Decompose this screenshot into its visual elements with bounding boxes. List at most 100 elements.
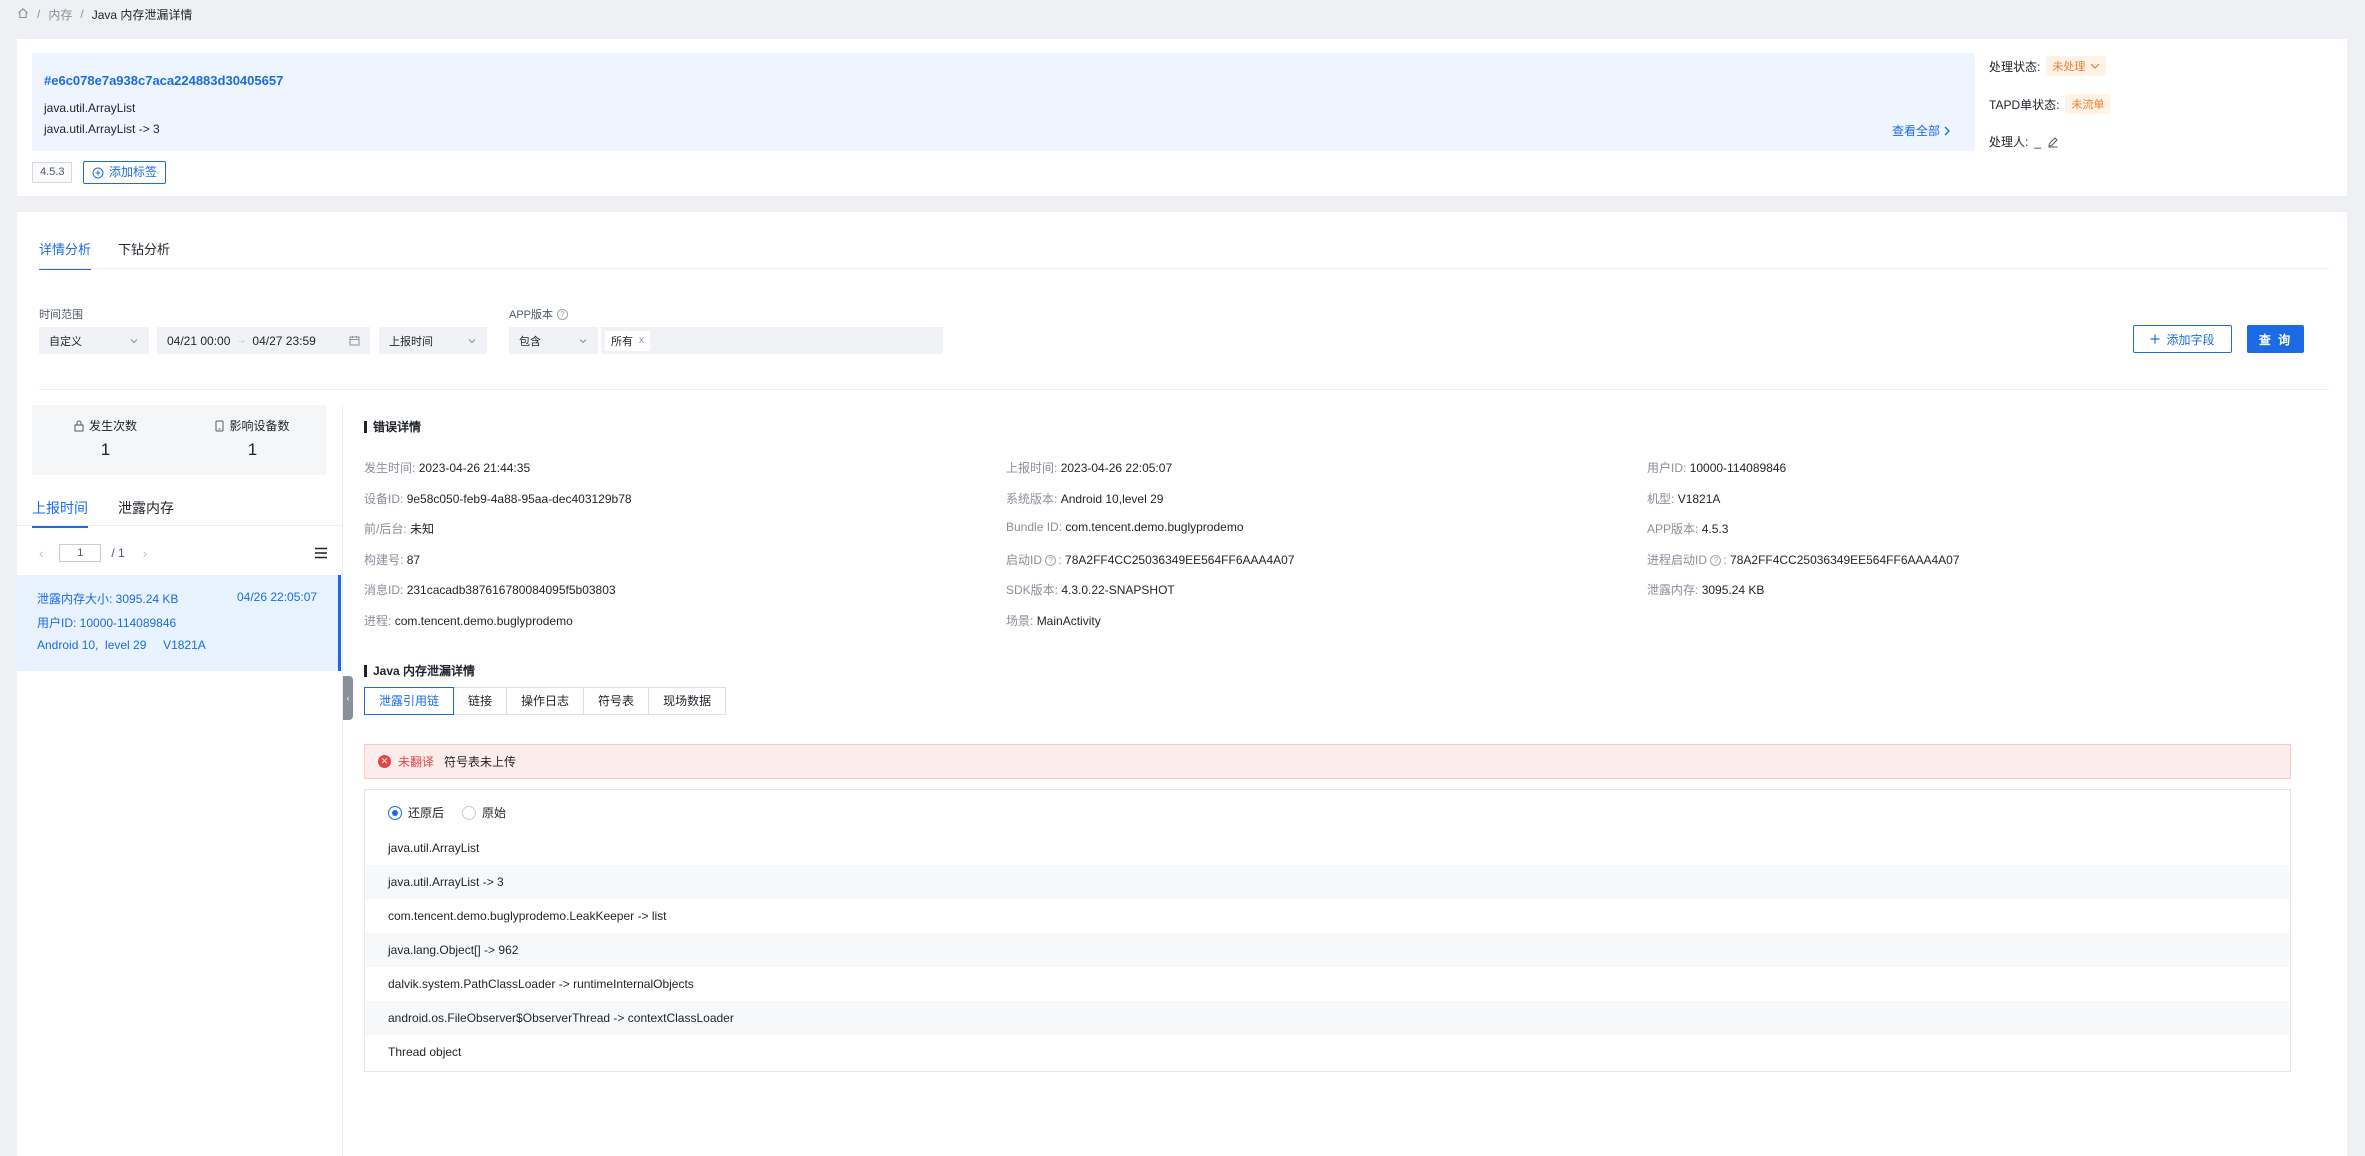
trace-row: com.tencent.demo.buglyprodemo.LeakKeeper… [388, 909, 667, 923]
list-item-time: 04/26 22:05:07 [237, 590, 318, 604]
alert-tag: 未翻译 [398, 755, 435, 769]
date-sep: → [236, 335, 247, 346]
tab-report-time[interactable]: 上报时间 [32, 498, 88, 528]
field-process: 进程: com.tencent.demo.buglyprodemo [364, 614, 573, 628]
leak-detail-tabs: 泄露引用链 链接 操作日志 符号表 现场数据 [364, 687, 727, 715]
filter-divider [39, 389, 2329, 390]
breadcrumb-current: Java 内存泄漏详情 [91, 7, 193, 22]
tab-symbol-table[interactable]: 符号表 [583, 687, 650, 715]
issue-line-1: java.util.ArrayList [44, 101, 136, 115]
chevron-down-icon [2090, 63, 2100, 69]
date-range-picker[interactable]: 04/21 00:00 → 04/27 23:59 [157, 327, 370, 354]
collapse-handle[interactable]: ‹ [343, 676, 353, 720]
handler-value: _ [2034, 134, 2042, 149]
field-os-version: 系统版本: Android 10,level 29 [1006, 492, 1164, 506]
tab-detail-analysis[interactable]: 详情分析 [39, 239, 92, 270]
panel-divider [342, 405, 343, 1156]
version-chip-label: 所有 [611, 335, 633, 348]
page-input[interactable]: 1 [59, 544, 102, 562]
version-tag: 4.5.3 [32, 162, 73, 183]
tapd-status-row: TAPD单状态: 未流单 [1989, 94, 2111, 114]
radio-raw-label: 原始 [482, 806, 507, 820]
error-icon: ✕ [378, 755, 391, 768]
list-menu-icon[interactable] [314, 547, 328, 559]
version-multi-select[interactable]: 所有 x [601, 327, 943, 354]
alert-message: 符号表未上传 [444, 755, 517, 769]
breadcrumb-memory[interactable]: 内存 [48, 6, 72, 23]
plus-icon [2150, 334, 2160, 344]
radio-restored-label: 还原后 [408, 806, 445, 820]
issue-box: #e6c078e7a938c7aca224883d30405657 java.u… [32, 53, 1975, 151]
next-page-icon[interactable]: › [143, 546, 147, 561]
help-icon[interactable]: ? [557, 308, 569, 320]
include-select[interactable]: 包含 [509, 327, 598, 354]
edit-icon[interactable] [2047, 136, 2059, 148]
field-sdk-version: SDK版本: 4.3.0.22-SNAPSHOT [1006, 583, 1175, 597]
field-occur-time: 发生时间: 2023-04-26 21:44:35 [364, 461, 531, 475]
leak-detail-title: Java 内存泄漏详情 [364, 662, 475, 679]
chevron-down-icon [468, 338, 476, 343]
page-total: / 1 [111, 546, 125, 560]
date-end: 04/27 23:59 [252, 333, 316, 348]
add-tag-label: 添加标签 [109, 165, 158, 179]
time-mode-select[interactable]: 自定义 [39, 327, 149, 354]
tab-leak-ref-chain[interactable]: 泄露引用链 [364, 687, 455, 715]
devices-value: 1 [247, 440, 258, 459]
tab-operation-log[interactable]: 操作日志 [506, 687, 585, 715]
time-field-select[interactable]: 上报时间 [379, 327, 487, 354]
trace-row: android.os.FileObserver$ObserverThread -… [366, 1001, 2289, 1035]
devices-label: 影响设备数 [229, 419, 290, 433]
field-message-id: 消息ID: 231cacadb387616780084095f5b03803 [364, 583, 616, 597]
list-item[interactable]: 泄露内存大小: 3095.24 KB 04/26 22:05:07 用户ID: … [17, 575, 341, 671]
tab-leak-memory[interactable]: 泄露内存 [118, 498, 174, 526]
field-scene: 场景: MainActivity [1006, 614, 1101, 628]
analysis-card: 详情分析 下钻分析 时间范围 自定义 04/21 00:00 → 04/27 2… [17, 212, 2347, 1156]
help-icon[interactable]: ? [1045, 555, 1057, 566]
field-device-id: 设备ID: 9e58c050-feb9-4a88-95aa-dec403129b… [364, 492, 632, 506]
view-all-label: 查看全部 [1891, 124, 1940, 138]
breadcrumb: / 内存 / Java 内存泄漏详情 [17, 6, 192, 22]
tapd-status-label: TAPD单状态: [1989, 97, 2060, 112]
app-version-label-row: APP版本 ? [509, 306, 570, 322]
tapd-status-badge: 未流单 [2065, 94, 2111, 114]
field-launch-id: 启动ID ?: 78A2FF4CC25036349EE564FF6AAA4A07 [1006, 553, 1295, 567]
help-icon[interactable]: ? [1710, 555, 1722, 566]
query-button[interactable]: 查 询 [2247, 325, 2304, 353]
plus-circle-icon [92, 167, 104, 178]
issue-hash: #e6c078e7a938c7aca224883d30405657 [44, 73, 284, 88]
trace-row: Thread object [388, 1045, 462, 1059]
add-field-button[interactable]: 添加字段 [2133, 325, 2232, 353]
add-tag-button[interactable]: 添加标签 [83, 161, 167, 184]
tab-scene-data[interactable]: 现场数据 [648, 687, 727, 715]
field-leak-memory: 泄露内存: 3095.24 KB [1647, 583, 1765, 597]
field-model: 机型: V1821A [1647, 492, 1721, 506]
process-status-label: 处理状态: [1989, 59, 2041, 74]
radio-raw[interactable] [462, 805, 477, 820]
prev-page-icon[interactable]: ‹ [39, 546, 43, 561]
error-detail-title-text: 错误详情 [373, 420, 422, 434]
time-field-value: 上报时间 [389, 335, 433, 348]
field-process-launch-id: 进程启动ID ?: 78A2FF4CC25036349EE564FF6AAA4A… [1647, 553, 1960, 567]
radio-restored[interactable] [388, 805, 402, 820]
view-all-link[interactable]: 查看全部 [1892, 122, 1951, 139]
error-detail-title: 错误详情 [364, 418, 421, 435]
devices-stat: 影响设备数 1 [179, 417, 326, 460]
home-icon[interactable] [17, 7, 29, 22]
phone-icon [215, 420, 224, 431]
breadcrumb-sep: / [37, 7, 41, 21]
tab-drill-analysis[interactable]: 下钻分析 [118, 239, 170, 268]
time-range-label: 时间范围 [39, 309, 83, 321]
chevron-down-icon [579, 338, 587, 343]
trace-row: java.lang.Object[] -> 962 [366, 933, 2289, 967]
process-status-value: 未处理 [2052, 61, 2086, 73]
list-item-user: 用户ID: 10000-114089846 [37, 616, 177, 630]
process-status-select[interactable]: 未处理 [2046, 56, 2107, 76]
tab-links[interactable]: 链接 [453, 687, 508, 715]
left-tabs-divider [17, 525, 342, 526]
time-mode-value: 自定义 [49, 335, 82, 348]
field-bundle-id: Bundle ID: com.tencent.demo.buglyprodemo [1006, 520, 1244, 534]
close-icon[interactable]: x [639, 335, 644, 346]
field-user-id: 用户ID: 10000-114089846 [1647, 461, 1787, 475]
add-field-label: 添加字段 [2166, 332, 2215, 347]
app-version-label: APP版本 [509, 309, 554, 321]
